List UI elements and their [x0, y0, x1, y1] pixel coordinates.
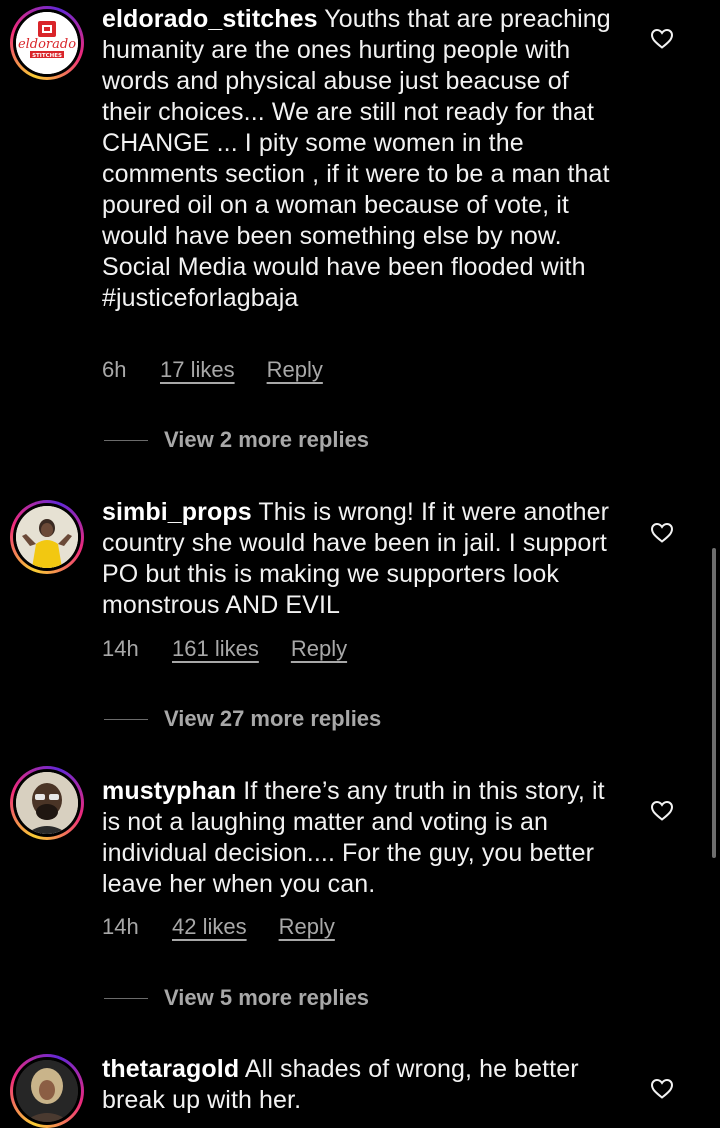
svg-text:eldorado: eldorado	[18, 37, 76, 52]
svg-text:STITCHES: STITCHES	[32, 53, 62, 59]
comment-likes-link[interactable]: 17 likes	[160, 357, 235, 383]
comment-username[interactable]: simbi_props	[102, 498, 252, 526]
heart-outline-icon[interactable]	[650, 799, 674, 823]
heart-outline-icon[interactable]	[650, 1077, 674, 1101]
comment-meta: 14h 161 likes Reply	[102, 636, 347, 662]
comment-time: 14h	[102, 914, 139, 939]
comment-body: eldorado_stitches Youths that are preach…	[102, 4, 622, 314]
reply-button[interactable]: Reply	[267, 357, 323, 383]
scrollbar[interactable]	[712, 548, 716, 858]
heart-outline-icon[interactable]	[650, 27, 674, 51]
view-more-replies-button[interactable]: View 2 more replies	[104, 427, 369, 453]
view-more-replies-button[interactable]: View 27 more replies	[104, 706, 381, 732]
comment-username[interactable]: thetaragold	[102, 1055, 239, 1083]
reply-button[interactable]: Reply	[279, 914, 335, 940]
comment-username[interactable]: mustyphan	[102, 777, 236, 805]
view-more-replies-button[interactable]: View 5 more replies	[104, 985, 369, 1011]
view-replies-label: View 5 more replies	[164, 985, 370, 1010]
comment-body: simbi_props This is wrong! If it were an…	[102, 497, 622, 621]
replies-divider	[104, 997, 148, 999]
comment-text: Youths that are preaching humanity are t…	[102, 5, 611, 312]
avatar[interactable]	[10, 766, 84, 840]
comment-likes-link[interactable]: 161 likes	[172, 636, 259, 662]
view-replies-label: View 2 more replies	[164, 427, 370, 452]
view-replies-label: View 27 more replies	[164, 706, 382, 731]
comment-meta: 6h 17 likes Reply	[102, 357, 323, 383]
avatar-photo	[16, 1060, 78, 1122]
avatar-photo	[16, 772, 78, 834]
comment-likes-link[interactable]: 42 likes	[172, 914, 247, 940]
avatar-photo	[16, 506, 78, 568]
avatar[interactable]	[10, 1054, 84, 1128]
avatar[interactable]: eldorado STITCHES	[10, 6, 84, 80]
comment-time: 6h	[102, 357, 127, 382]
eldorado-logo: eldorado STITCHES	[16, 12, 78, 74]
avatar[interactable]	[10, 500, 84, 574]
comment-username[interactable]: eldorado_stitches	[102, 5, 318, 33]
comment-body: mustyphan If there’s any truth in this s…	[102, 776, 622, 900]
reply-button[interactable]: Reply	[291, 636, 347, 662]
heart-outline-icon[interactable]	[650, 521, 674, 545]
comment-meta: 14h 42 likes Reply	[102, 914, 335, 940]
replies-divider	[104, 439, 148, 441]
replies-divider	[104, 718, 148, 720]
comment-body: thetaragold All shades of wrong, he bett…	[102, 1054, 622, 1116]
comment-time: 14h	[102, 636, 139, 661]
